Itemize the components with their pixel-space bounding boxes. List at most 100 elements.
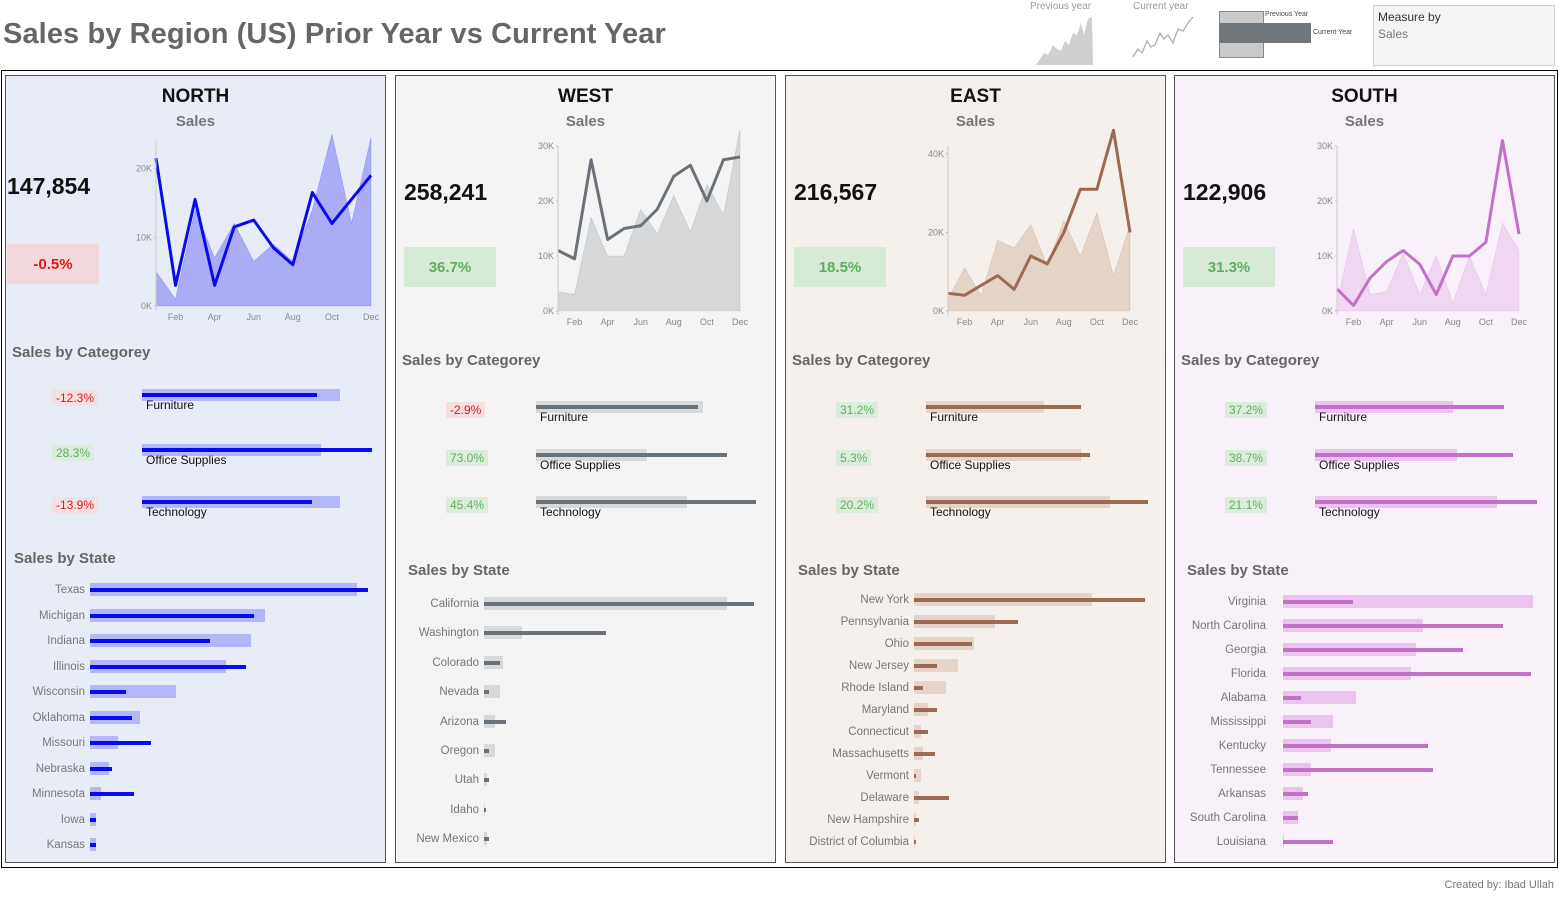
state-label: Washington xyxy=(418,627,479,640)
category-bar-current xyxy=(1315,453,1513,457)
state-label: New Hampshire xyxy=(827,814,909,826)
category-change-pct: -2.9% xyxy=(446,402,486,418)
category-bar-current xyxy=(926,405,1082,409)
state-bar-current xyxy=(914,840,916,844)
category-change-pct: 20.2% xyxy=(836,497,879,513)
x-tick-label: Dec xyxy=(363,312,380,322)
x-tick-label: Feb xyxy=(1346,317,1362,327)
state-bar-current xyxy=(90,613,255,618)
state-bar-current xyxy=(914,796,949,800)
category-label: Furniture xyxy=(930,410,979,424)
category-change-pct: -13.9% xyxy=(52,497,99,513)
category-label: Technology xyxy=(540,505,601,519)
category-change-pct: 28.3% xyxy=(52,445,95,461)
monthly-sales-chart: 0K 10K 20K 30K Feb Apr Jun Aug Oct Dec xyxy=(538,129,748,327)
state-bar-current xyxy=(484,631,606,636)
x-tick-label: Oct xyxy=(325,312,340,322)
region-panel-south: SOUTH Sales 122,906 31.3% 0K 10K 20K 30K Feb Apr J… xyxy=(1174,75,1555,863)
region-title: EAST xyxy=(950,86,1001,107)
state-bar-current xyxy=(1283,696,1301,700)
measure-selector[interactable]: Measure by Sales xyxy=(1373,5,1555,66)
state-label: North Carolina xyxy=(1191,620,1266,632)
state-bar-current xyxy=(484,778,490,783)
state-bar-current xyxy=(484,690,490,695)
state-label: Colorado xyxy=(432,656,479,669)
state-label: Oregon xyxy=(440,745,479,757)
monthly-sales-chart: 0K 10K 20K 30K Feb Apr Jun Aug Oct Dec xyxy=(1317,139,1527,327)
x-tick-label: Jun xyxy=(1412,317,1427,327)
state-bar-current xyxy=(90,817,96,822)
category-label: Office Supplies xyxy=(930,458,1011,472)
category-label: Office Supplies xyxy=(146,453,227,467)
state-label: Texas xyxy=(54,584,85,596)
category-change-pct: -12.3% xyxy=(52,390,99,406)
state-label: Arkansas xyxy=(1218,788,1266,800)
state-label: Utah xyxy=(454,774,479,787)
state-bar-current xyxy=(90,715,132,720)
y-tick-label: 10K xyxy=(538,251,554,261)
state-bar-current xyxy=(484,807,486,812)
x-tick-label: Aug xyxy=(1056,317,1072,327)
legend-current-year-line xyxy=(1132,16,1194,58)
states-section-title: Sales by State xyxy=(408,562,510,579)
state-bar-current xyxy=(1283,672,1531,676)
region-subtitle: Sales xyxy=(565,113,606,130)
kpi-change-badge: 31.3% xyxy=(1183,247,1275,287)
y-tick-label: 10K xyxy=(1317,251,1333,261)
y-tick-label: 10K xyxy=(136,232,152,242)
category-label: Furniture xyxy=(1319,410,1368,424)
x-tick-label: Apr xyxy=(601,317,615,327)
x-tick-label: Oct xyxy=(1090,317,1105,327)
state-label: Idaho xyxy=(450,803,479,816)
state-bar-current xyxy=(914,620,1018,624)
previous-year-area xyxy=(947,211,1131,312)
state-bar-current xyxy=(90,741,152,745)
legend-previous-year-label: Previous year xyxy=(1030,1,1092,12)
states-section-title: Sales by State xyxy=(14,550,116,567)
y-tick-label: 30K xyxy=(1317,141,1333,151)
state-label: Kentucky xyxy=(1218,740,1266,752)
state-label: Connecticut xyxy=(848,726,909,738)
state-label: Missouri xyxy=(42,737,85,749)
state-bar-current xyxy=(914,642,972,646)
state-bar-current xyxy=(90,843,96,847)
category-label: Furniture xyxy=(540,410,589,424)
legend-bar-current-label: Current Year xyxy=(1313,29,1353,36)
region-panel-north: NORTH Sales 147,854 -0.5% 0K 10K 20K Feb Apr Jun A… xyxy=(5,75,386,863)
credit-text: Created by: Ibad Ullah xyxy=(1444,879,1554,891)
x-tick-label: Apr xyxy=(1380,317,1394,327)
category-bar-current xyxy=(926,500,1148,504)
categories-section-title: Sales by Categorey xyxy=(12,344,151,361)
state-bar-current xyxy=(90,639,210,643)
state-label: New York xyxy=(860,594,909,606)
x-tick-label: Feb xyxy=(567,317,583,327)
category-change-pct: 31.2% xyxy=(836,402,879,418)
measure-selector-value[interactable]: Sales xyxy=(1378,27,1550,41)
state-bar-current xyxy=(914,686,924,690)
kpi-total-sales: 258,241 xyxy=(404,179,488,205)
x-tick-label: Oct xyxy=(1479,317,1494,327)
category-label: Office Supplies xyxy=(540,458,621,472)
state-label: Massachusetts xyxy=(832,748,909,760)
state-bar-current xyxy=(90,588,368,592)
legend-previous-year-area xyxy=(1036,17,1093,65)
y-tick-label: 40K xyxy=(928,149,944,159)
states-section-title: Sales by State xyxy=(1187,562,1289,579)
state-label: District of Columbia xyxy=(809,836,909,848)
y-tick-label: 20K xyxy=(928,227,944,237)
category-change-pct: 5.3% xyxy=(836,450,872,466)
category-bar-current xyxy=(142,500,313,504)
state-label: New Jersey xyxy=(848,660,909,672)
categories-section-title: Sales by Categorey xyxy=(1181,352,1320,369)
category-label: Technology xyxy=(146,505,207,519)
state-label: Wisconsin xyxy=(32,686,85,698)
states-section-title: Sales by State xyxy=(798,562,900,579)
region-subtitle: Sales xyxy=(175,113,216,130)
state-label: Georgia xyxy=(1225,644,1266,656)
y-tick-label: 30K xyxy=(538,141,554,151)
category-bar-current xyxy=(142,393,317,397)
state-bar-current xyxy=(1283,792,1308,796)
state-bar-current xyxy=(484,719,506,724)
kpi-change-badge: 18.5% xyxy=(794,247,886,287)
state-label: New Mexico xyxy=(416,833,479,846)
